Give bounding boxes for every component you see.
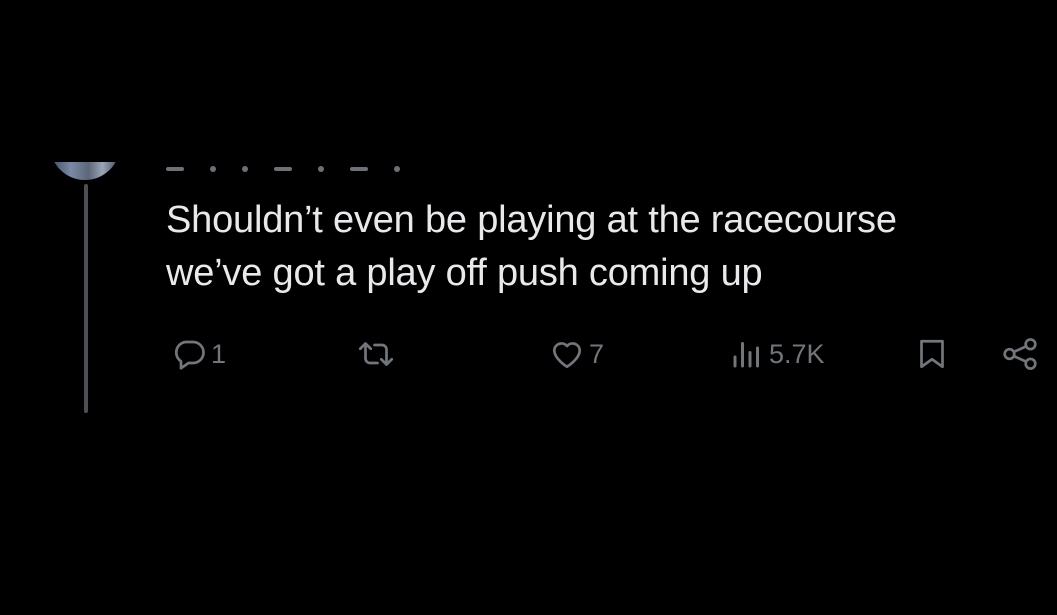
share-button[interactable] (998, 330, 1042, 378)
author-line-cropped (166, 166, 446, 178)
views-count: 5.7K (769, 338, 825, 369)
views-button[interactable]: 5.7K (728, 330, 825, 378)
retweet-button[interactable] (356, 330, 399, 378)
tweet-text-line-2: we’ve got a play off push coming up (166, 252, 763, 294)
heart-icon (552, 342, 582, 369)
action-bar: 1 7 5.7K (0, 330, 1057, 378)
reply-button[interactable]: 1 (172, 330, 226, 378)
bookmark-icon (920, 339, 944, 369)
bookmark-button[interactable] (914, 330, 950, 378)
tweet-text-line-1: Shouldn’t even be playing at the racecou… (166, 199, 897, 241)
thread-line (84, 184, 88, 413)
like-button[interactable]: 7 (548, 330, 604, 378)
views-icon (733, 342, 759, 368)
avatar[interactable] (50, 162, 120, 180)
retweet-icon (358, 342, 394, 366)
share-icon (1003, 338, 1037, 370)
reply-icon (174, 340, 205, 370)
avatar-crop (50, 162, 120, 180)
reply-count: 1 (211, 338, 227, 369)
tweet-text: Shouldn’t even be playing at the racecou… (166, 194, 1046, 300)
like-count: 7 (589, 338, 605, 369)
